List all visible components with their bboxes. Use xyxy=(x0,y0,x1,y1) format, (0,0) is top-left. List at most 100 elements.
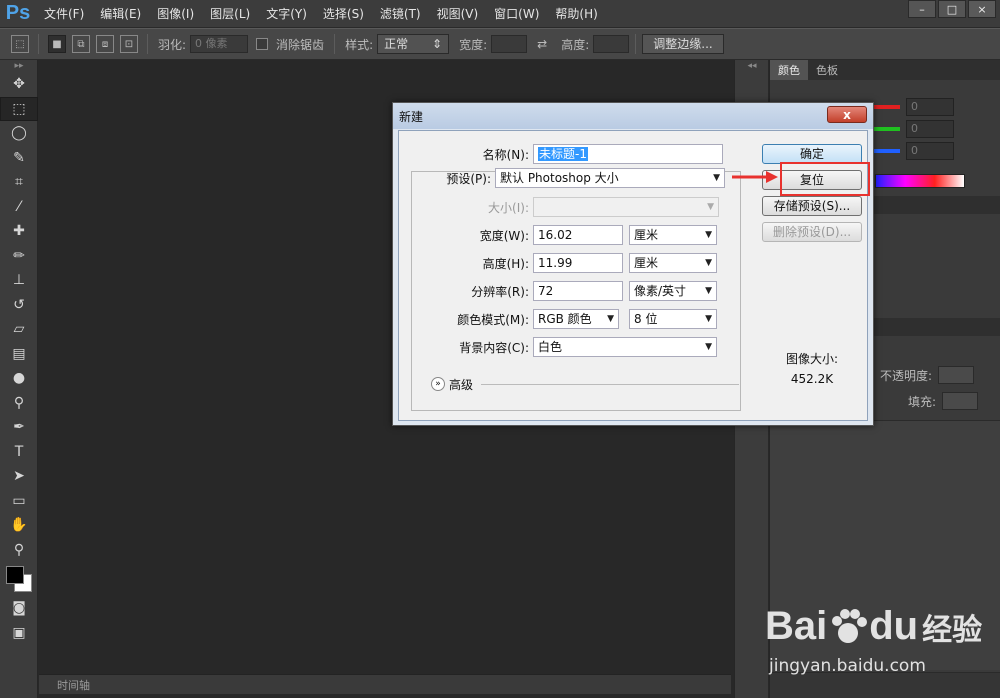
path-selection-tool-icon[interactable]: ➤ xyxy=(0,464,38,489)
tools-panel: ▸▸ ✥ ⬚ ◯ ✎ ⌗ ⁄ ✚ ✏ ⊥ ↺ ▱ ▤ ● ⚲ ✒ T ➤ ▭ ✋… xyxy=(0,60,38,698)
dropdown-arrow-icon: ▼ xyxy=(705,342,712,352)
ok-button[interactable]: 确定 xyxy=(762,144,862,164)
lasso-tool-icon[interactable]: ◯ xyxy=(0,121,38,146)
tab-swatches[interactable]: 色板 xyxy=(808,60,846,80)
green-value[interactable]: 0 xyxy=(906,120,954,138)
green-slider[interactable] xyxy=(870,127,900,131)
blue-slider[interactable] xyxy=(870,149,900,153)
menu-filter[interactable]: 滤镜(T) xyxy=(372,0,429,28)
move-tool-icon[interactable]: ✥ xyxy=(0,72,38,97)
fill-input[interactable] xyxy=(942,392,979,410)
divider xyxy=(635,34,637,54)
panel-grip-icon[interactable]: ▸▸ xyxy=(0,60,38,72)
tab-color[interactable]: 颜色 xyxy=(770,60,808,80)
opacity-input[interactable] xyxy=(938,366,975,384)
crop-tool-icon[interactable]: ⌗ xyxy=(0,170,38,195)
menu-help[interactable]: 帮助(H) xyxy=(547,0,605,28)
panel-grip-icon[interactable]: ◂◂ xyxy=(735,60,769,72)
menu-edit[interactable]: 编辑(E) xyxy=(92,0,149,28)
name-input[interactable]: 未标题-1 xyxy=(533,144,723,164)
menu-layer[interactable]: 图层(L) xyxy=(202,0,258,28)
menu-type[interactable]: 文字(Y) xyxy=(258,0,315,28)
height-label: 高度(H): xyxy=(482,256,529,271)
dropdown-arrow-icon: ▼ xyxy=(713,173,720,183)
refine-edge-button[interactable]: 调整边缘... xyxy=(642,34,724,54)
rectangular-marquee-tool-icon[interactable]: ⬚ xyxy=(0,96,38,121)
menu-view[interactable]: 视图(V) xyxy=(429,0,487,28)
resolution-input[interactable]: 72 xyxy=(533,281,623,301)
feather-input[interactable]: 0 像素 xyxy=(190,35,249,53)
dialog-close-button[interactable]: x xyxy=(827,106,867,123)
size-row: 大小(I): ▼ xyxy=(399,196,719,218)
history-brush-tool-icon[interactable]: ↺ xyxy=(0,293,38,318)
close-window-button[interactable]: × xyxy=(968,0,996,18)
dropdown-arrow-icon: ▼ xyxy=(707,202,714,212)
color-spectrum[interactable] xyxy=(875,174,965,188)
resolution-row: 分辨率(R): 72 像素/英寸 ▼ xyxy=(399,280,717,302)
width-unit-select[interactable]: 厘米 ▼ xyxy=(629,225,717,245)
height-input[interactable]: 11.99 xyxy=(533,253,623,273)
baidu-watermark: Bai du 经验 jingyan.baidu.com xyxy=(765,590,1000,698)
clone-stamp-tool-icon[interactable]: ⊥ xyxy=(0,268,38,293)
foreground-color-swatch[interactable] xyxy=(6,566,24,584)
minimize-button[interactable]: – xyxy=(908,0,936,18)
resolution-unit-select[interactable]: 像素/英寸 ▼ xyxy=(629,281,717,301)
timeline-panel-bar[interactable]: 时间轴 xyxy=(39,674,731,694)
size-label: 大小(I): xyxy=(488,200,529,215)
marquee-tool-preset-icon[interactable]: ⬚ xyxy=(11,35,29,53)
zoom-tool-icon[interactable]: ⚲ xyxy=(0,538,38,563)
name-row: 名称(N): 未标题-1 xyxy=(399,143,723,165)
expand-chevron-icon[interactable]: » xyxy=(431,377,445,391)
dropdown-arrow-icon: ▼ xyxy=(705,286,712,296)
color-swatches[interactable] xyxy=(0,562,37,596)
intersect-selection-icon[interactable]: ⊡ xyxy=(120,35,138,53)
quick-mask-icon[interactable]: ◙ xyxy=(0,596,38,621)
advanced-label: 高级 xyxy=(449,377,474,392)
save-preset-button[interactable]: 存储预设(S)... xyxy=(762,196,862,216)
eyedropper-tool-icon[interactable]: ⁄ xyxy=(0,195,38,220)
new-selection-icon[interactable]: ■ xyxy=(48,35,66,53)
height-unit-select[interactable]: 厘米 ▼ xyxy=(629,253,717,273)
width-input[interactable] xyxy=(491,35,528,53)
background-select[interactable]: 白色 ▼ xyxy=(533,337,717,357)
menu-select[interactable]: 选择(S) xyxy=(315,0,372,28)
style-label: 样式: xyxy=(345,37,374,52)
pen-tool-icon[interactable]: ✒ xyxy=(0,415,38,440)
brush-tool-icon[interactable]: ✏ xyxy=(0,244,38,269)
width-input[interactable]: 16.02 xyxy=(533,225,623,245)
menu-file[interactable]: 文件(F) xyxy=(36,0,92,28)
bit-depth-select[interactable]: 8 位 ▼ xyxy=(629,309,717,329)
blue-value[interactable]: 0 xyxy=(906,142,954,160)
height-input[interactable] xyxy=(593,35,630,53)
menu-image[interactable]: 图像(I) xyxy=(149,0,202,28)
add-selection-icon[interactable]: ⧉ xyxy=(72,35,90,53)
dodge-tool-icon[interactable]: ⚲ xyxy=(0,391,38,416)
red-slider[interactable] xyxy=(870,105,900,109)
rectangle-tool-icon[interactable]: ▭ xyxy=(0,489,38,514)
preset-select[interactable]: 默认 Photoshop 大小 ▼ xyxy=(495,168,725,188)
eraser-tool-icon[interactable]: ▱ xyxy=(0,317,38,342)
width-label: 宽度(W): xyxy=(479,228,529,243)
antialias-checkbox[interactable] xyxy=(256,38,269,50)
red-value[interactable]: 0 xyxy=(906,98,954,116)
blur-tool-icon[interactable]: ● xyxy=(0,366,38,391)
gradient-tool-icon[interactable]: ▤ xyxy=(0,342,38,367)
dropdown-arrow-icon: ▼ xyxy=(607,314,614,324)
advanced-row[interactable]: » 高级 xyxy=(431,373,740,395)
watermark-product: 经验 xyxy=(922,613,983,647)
subtract-selection-icon[interactable]: ⧈ xyxy=(96,35,114,53)
quick-selection-tool-icon[interactable]: ✎ xyxy=(0,146,38,171)
color-mode-select[interactable]: RGB 颜色 ▼ xyxy=(533,309,619,329)
style-select[interactable]: 正常 ⇕ xyxy=(377,34,450,54)
swap-icon[interactable]: ⇄ xyxy=(537,37,547,51)
hand-tool-icon[interactable]: ✋ xyxy=(0,513,38,538)
maximize-button[interactable]: □ xyxy=(938,0,966,18)
width-label: 宽度: xyxy=(459,37,488,52)
highlight-annotation xyxy=(780,162,870,196)
healing-brush-tool-icon[interactable]: ✚ xyxy=(0,219,38,244)
menu-window[interactable]: 窗口(W) xyxy=(486,0,547,28)
screen-mode-icon[interactable]: ▣ xyxy=(0,621,38,646)
divider xyxy=(147,34,148,54)
color-panel-tabs: 颜色 色板 xyxy=(770,60,1000,80)
type-tool-icon[interactable]: T xyxy=(0,440,38,465)
